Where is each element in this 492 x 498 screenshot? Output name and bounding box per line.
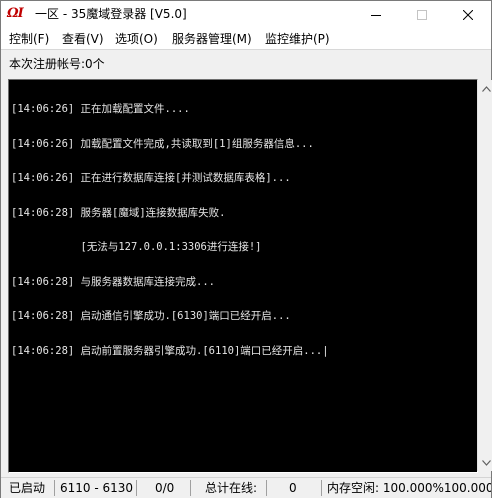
chevron-up-icon [482,85,491,92]
log-line: [14:06:28] 启动前置服务器引擎成功.[6110]端口已经开启...| [11,344,329,357]
menu-control[interactable]: 控制(F) [9,29,49,49]
main-window: ΩI 一区 - 35魔域登录器 [V5.0] 控制(F) 查看(V) 选项(O)… [0,0,492,498]
status-state: 已启动 [9,481,46,495]
status-bar: 已启动 6110 - 6130 0/0 总计在线: 0 内存空闲: 100.00… [1,477,491,498]
vertical-scrollbar[interactable] [477,80,492,471]
menu-server-management[interactable]: 服务器管理(M) [172,29,252,49]
status-divider [136,480,137,496]
menu-options[interactable]: 选项(O) [115,29,158,49]
close-icon [463,10,473,20]
log-line: [无法与127.0.0.1:3306进行连接!] [11,241,262,253]
log-line: [14:06:26] 正在进行数据库连接[并测试数据库表格]... [11,172,291,184]
status-divider [190,480,191,496]
title-bar[interactable]: ΩI 一区 - 35魔域登录器 [V5.0] [1,1,491,29]
scroll-down-button[interactable] [478,454,492,471]
menu-view[interactable]: 查看(V) [62,29,104,49]
status-divider [54,480,55,496]
log-console[interactable]: [14:06:26] 正在加载配置文件.... [14:06:26] 加载配置文… [8,79,478,473]
status-count: 0/0 [155,481,175,495]
status-online-label: 总计在线: [205,481,258,495]
status-memory: 内存空闲: 100.000%100.000% [327,481,491,495]
registration-count-label: 本次注册帐号:0个 [9,57,105,71]
log-line: [14:06:28] 启动通信引擎成功.[6130]端口已经开启... [11,310,291,322]
menu-bar: 控制(F) 查看(V) 选项(O) 服务器管理(M) 监控维护(P) [1,29,491,49]
menu-divider [1,49,491,50]
scroll-up-button[interactable] [478,80,492,97]
menu-monitor-maintenance[interactable]: 监控维护(P) [265,29,330,49]
status-divider [321,480,322,496]
log-list: [14:06:26] 正在加载配置文件.... [14:06:26] 加载配置文… [11,81,329,380]
minimize-icon [371,15,381,16]
status-divider [266,480,267,496]
window-title: 一区 - 35魔域登录器 [V5.0] [35,7,187,21]
maximize-icon [417,10,427,20]
log-line: [14:06:26] 正在加载配置文件.... [11,103,190,115]
close-button[interactable] [445,1,491,29]
status-online-value: 0 [289,481,297,495]
log-line: [14:06:26] 加载配置文件完成,共读取到[1]组服务器信息... [11,137,314,150]
log-line: [14:06:28] 服务器[魔域]连接数据库失败. [11,206,226,219]
minimize-button[interactable] [353,1,399,29]
status-ports: 6110 - 6130 [60,481,134,495]
app-logo-icon: ΩI [7,6,24,21]
maximize-button[interactable] [399,1,445,29]
chevron-down-icon [482,459,491,466]
log-line: [14:06:28] 与服务器数据库连接完成... [11,275,216,288]
